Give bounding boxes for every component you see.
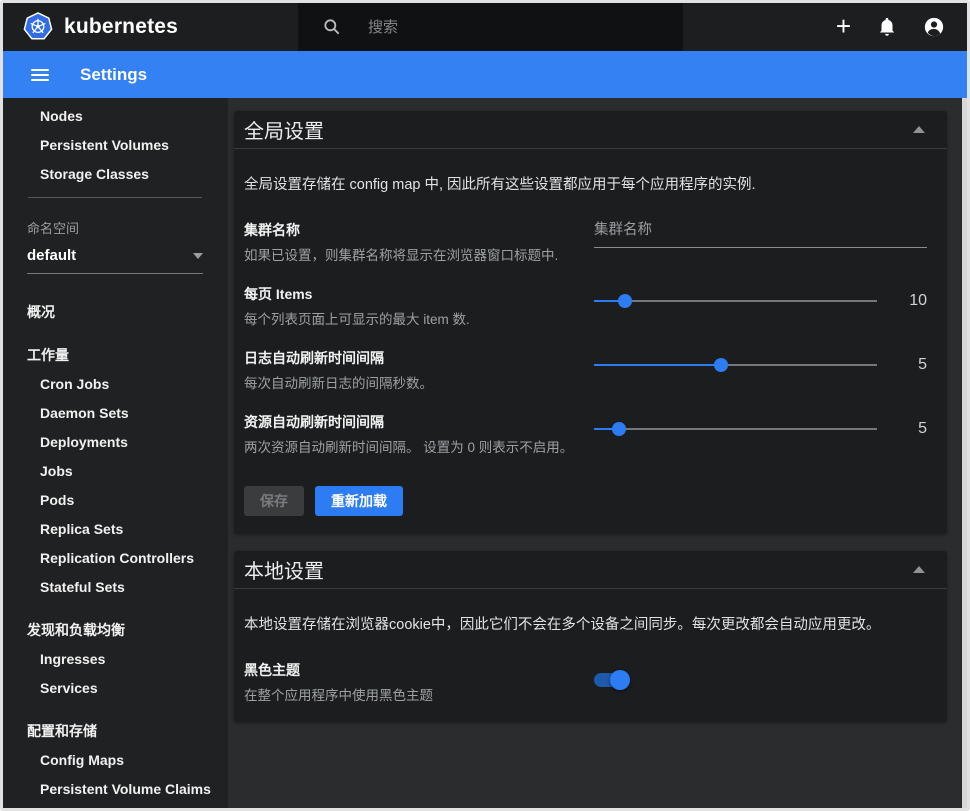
- notifications-bell-icon[interactable]: [876, 16, 898, 38]
- sidebar-item-replication-controllers[interactable]: Replication Controllers: [3, 544, 228, 573]
- sidebar-item-services[interactable]: Services: [3, 674, 228, 703]
- sidebar-item-stateful-sets[interactable]: Stateful Sets: [3, 573, 228, 602]
- scrollbar[interactable]: [962, 98, 967, 808]
- resource-autorefresh-row: 资源自动刷新时间间隔 两次资源自动刷新时间间隔。 设置为 0 则表示不启用。 5: [244, 412, 937, 456]
- collapse-up-icon[interactable]: [913, 126, 925, 133]
- sidebar-item-storage-classes[interactable]: Storage Classes: [3, 160, 228, 189]
- sidebar-section-config-storage[interactable]: 配置和存储: [3, 717, 228, 746]
- top-bar: kubernetes +: [3, 3, 967, 51]
- global-settings-card: 全局设置 全局设置存储在 config map 中, 因此所有这些设置都应用于每…: [234, 111, 947, 534]
- sidebar-divider: [28, 197, 202, 198]
- main-panel: 全局设置 全局设置存储在 config map 中, 因此所有这些设置都应用于每…: [228, 98, 967, 808]
- collapse-up-icon[interactable]: [913, 566, 925, 573]
- account-icon[interactable]: [923, 16, 945, 38]
- sidebar-item-daemon-sets[interactable]: Daemon Sets: [3, 399, 228, 428]
- sidebar-item-overview[interactable]: 概况: [3, 298, 228, 327]
- namespace-label: 命名空间: [27, 221, 80, 236]
- reload-button[interactable]: 重新加载: [315, 486, 403, 516]
- logs-autorefresh-value: 5: [918, 356, 927, 373]
- items-per-page-slider[interactable]: [594, 294, 877, 308]
- slider-track: [594, 428, 877, 430]
- local-settings-header: 本地设置: [234, 551, 947, 589]
- app-window: kubernetes + Settings: [0, 0, 970, 811]
- search-box[interactable]: [298, 3, 683, 51]
- namespace-select[interactable]: default: [27, 247, 203, 274]
- items-per-page-value: 10: [909, 292, 927, 309]
- search-icon: [324, 19, 340, 35]
- sidebar-item-nodes[interactable]: Nodes: [3, 102, 228, 131]
- global-settings-header: 全局设置: [234, 111, 947, 149]
- sidebar-item-pods[interactable]: Pods: [3, 486, 228, 515]
- setting-hint: 每个列表页面上可显示的最大 item 数.: [244, 312, 470, 327]
- sidebar: Nodes Persistent Volumes Storage Classes…: [3, 98, 228, 808]
- global-settings-description: 全局设置存储在 config map 中, 因此所有这些设置都应用于每个应用程序…: [244, 177, 756, 193]
- global-settings-title: 全局设置: [244, 121, 324, 143]
- setting-hint: 在整个应用程序中使用黑色主题: [244, 688, 433, 703]
- sidebar-item-deployments[interactable]: Deployments: [3, 428, 228, 457]
- toggle-thumb: [610, 670, 630, 690]
- sidebar-item-replica-sets[interactable]: Replica Sets: [3, 515, 228, 544]
- setting-label: 日志自动刷新时间间隔: [244, 350, 384, 366]
- sidebar-item-secrets[interactable]: Secrets: [3, 804, 228, 808]
- brand[interactable]: kubernetes: [3, 3, 298, 51]
- brand-name: kubernetes: [64, 15, 179, 38]
- app-bar: Settings: [3, 51, 967, 98]
- slider-fill: [594, 422, 627, 436]
- global-settings-actions: 保存 重新加载: [244, 486, 937, 516]
- sidebar-item-cron-jobs[interactable]: Cron Jobs: [3, 370, 228, 399]
- sidebar-item-persistent-volumes[interactable]: Persistent Volumes: [3, 131, 228, 160]
- items-per-page-row: 每页 Items 每个列表页面上可显示的最大 item 数. 10: [244, 284, 937, 328]
- setting-hint: 两次资源自动刷新时间间隔。 设置为 0 则表示不启用。: [244, 440, 574, 455]
- setting-label: 黑色主题: [244, 662, 300, 678]
- create-icon[interactable]: +: [836, 13, 851, 39]
- setting-hint: 如果已设置，则集群名称将显示在浏览器窗口标题中.: [244, 248, 559, 263]
- slider-thumb[interactable]: [612, 422, 627, 436]
- chevron-down-icon: [193, 252, 203, 259]
- slider-fill: [594, 358, 729, 372]
- dark-theme-row: 黑色主题 在整个应用程序中使用黑色主题: [244, 660, 937, 704]
- content-row: Nodes Persistent Volumes Storage Classes…: [3, 98, 967, 808]
- local-settings-card: 本地设置 本地设置存储在浏览器cookie中，因此它们不会在多个设备之间同步。每…: [234, 551, 947, 722]
- local-settings-description: 本地设置存储在浏览器cookie中，因此它们不会在多个设备之间同步。每次更改都会…: [244, 617, 881, 633]
- save-button[interactable]: 保存: [244, 486, 304, 516]
- logs-autorefresh-slider[interactable]: [594, 358, 877, 372]
- sidebar-section-discovery[interactable]: 发现和负载均衡: [3, 616, 228, 645]
- sidebar-item-jobs[interactable]: Jobs: [3, 457, 228, 486]
- sidebar-section-workloads[interactable]: 工作量: [3, 341, 228, 370]
- namespace-value: default: [27, 247, 77, 264]
- slider-track: [594, 300, 877, 302]
- setting-hint: 每次自动刷新日志的间隔秒数。: [244, 376, 433, 391]
- page-title: Settings: [80, 64, 148, 84]
- resource-autorefresh-value: 5: [918, 420, 927, 437]
- sidebar-item-config-maps[interactable]: Config Maps: [3, 746, 228, 775]
- sidebar-item-persistent-volume-claims[interactable]: Persistent Volume Claims: [3, 775, 228, 804]
- logs-autorefresh-row: 日志自动刷新时间间隔 每次自动刷新日志的间隔秒数。 5: [244, 348, 937, 392]
- dark-theme-toggle[interactable]: [594, 670, 630, 690]
- search-input[interactable]: [368, 18, 668, 36]
- setting-label: 集群名称: [244, 222, 300, 238]
- slider-thumb[interactable]: [618, 294, 633, 308]
- setting-label: 资源自动刷新时间间隔: [244, 414, 384, 430]
- kubernetes-logo-icon: [23, 12, 53, 40]
- slider-fill: [594, 294, 633, 308]
- local-settings-title: 本地设置: [244, 561, 324, 583]
- slider-thumb[interactable]: [714, 358, 729, 372]
- menu-hamburger-icon[interactable]: [31, 68, 49, 81]
- cluster-name-input[interactable]: [594, 220, 927, 248]
- setting-label: 每页 Items: [244, 286, 313, 302]
- sidebar-item-ingresses[interactable]: Ingresses: [3, 645, 228, 674]
- topbar-actions: +: [683, 3, 967, 51]
- cluster-name-row: 集群名称 如果已设置，则集群名称将显示在浏览器窗口标题中.: [244, 220, 937, 264]
- resource-autorefresh-slider[interactable]: [594, 422, 877, 436]
